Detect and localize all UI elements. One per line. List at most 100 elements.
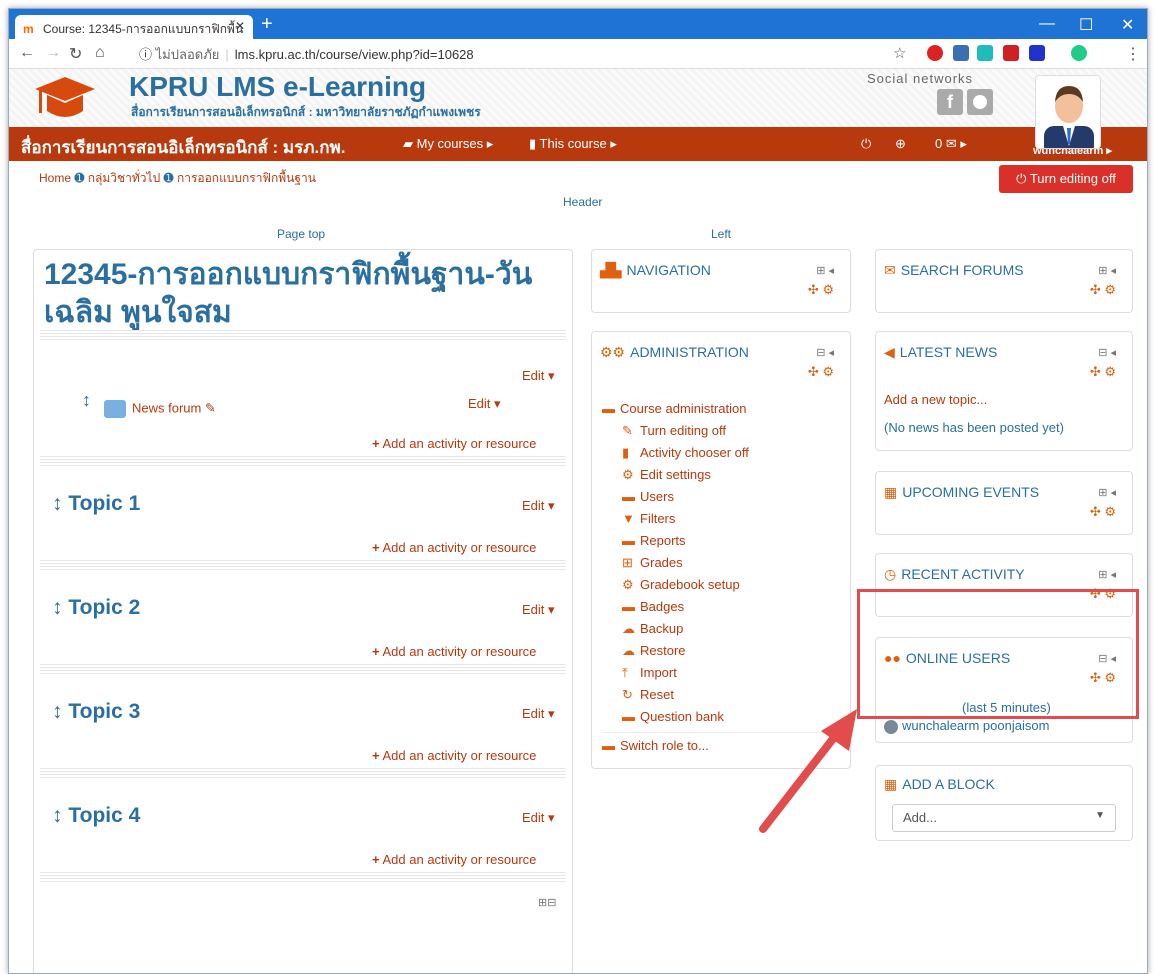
topic-2-title[interactable]: ↕ Topic 2 [52,596,140,620]
add-topic-link[interactable]: Add a new topic... [884,392,987,407]
move-settings-icon[interactable]: ✣ ⚙ [1090,364,1116,380]
news-forum-link[interactable]: News forum ✎ [104,400,216,418]
block-controls-icon[interactable]: ⊞ ◂ [1098,264,1116,277]
cogs-icon: ⚙ [622,467,634,482]
expand-collapse-icon[interactable]: ⊞⊟ [538,896,556,909]
topic-edit-menu[interactable]: Edit ▾ [522,810,555,826]
extension-icon[interactable] [977,45,993,61]
admin-item[interactable]: ✎ Turn editing off [602,420,836,442]
navigation-block-title[interactable]: ▟▙ NAVIGATION [600,262,711,279]
folder-icon: ▬ [622,533,635,548]
sitemap-icon: ▟▙ [600,262,622,278]
add-activity-link[interactable]: + Add an activity or resource [372,748,536,763]
pencil-icon[interactable]: ✎ [205,400,216,415]
topic-4-title[interactable]: ↕ Topic 4 [52,804,140,828]
admin-item[interactable]: ▬ Users [602,486,836,508]
admin-item[interactable]: ⚙ Gradebook setup [602,574,836,596]
address-bar: ← → ↻ ⌂ ⓘ ไม่ปลอดภัย | lms.kpru.ac.th/cour… [9,39,1147,69]
calendar-icon: ▦ [884,484,898,500]
navbar-brand[interactable]: สื่อการเรียนการสอนอิเล็กทรอนิกส์ : มรภ.ก… [21,134,345,161]
breadcrumb-home[interactable]: Home [39,171,71,185]
block-controls-icon[interactable]: ⊟ ◂ [816,346,834,359]
forward-icon[interactable]: → [45,44,61,62]
admin-item[interactable]: ▮ Activity chooser off [602,442,836,464]
block-controls-icon[interactable]: ⊟ ◂ [1098,346,1116,359]
power-icon[interactable]: ⏻ [861,136,871,152]
topic-edit-menu[interactable]: Edit ▾ [522,602,555,618]
online-user-link[interactable]: wunchalearm poonjaisom [884,718,1049,734]
menu-dots-icon[interactable]: ⋮ [1125,44,1141,64]
avatar[interactable] [1035,75,1101,149]
minimize-icon[interactable]: — [1039,15,1055,33]
admin-item[interactable]: ☁ Backup [602,618,836,640]
move-settings-icon[interactable]: ✣ ⚙ [1090,282,1116,298]
section-edit-menu[interactable]: Edit ▾ [522,368,555,384]
profile-icon[interactable] [1071,45,1087,61]
activity-edit-menu[interactable]: Edit ▾ [468,396,501,412]
folder-icon: ▬ [602,738,615,753]
pencil-icon: ✎ [622,423,633,438]
bookmark-star-icon[interactable]: ☆ [893,44,906,62]
adblock-icon[interactable] [927,45,943,61]
globe-icon[interactable] [967,89,993,115]
admin-item[interactable]: ⚙ Edit settings [602,464,836,486]
turn-editing-off-button[interactable]: ⏻ Turn editing off [999,165,1133,193]
blocks-icon: ▦ [884,776,898,792]
recent-activity-title[interactable]: ◷ RECENT ACTIVITY [884,566,1025,583]
clock-icon: ◷ [884,566,897,582]
admin-item[interactable]: ⤒ Import [602,662,836,684]
topic-edit-menu[interactable]: Edit ▾ [522,498,555,514]
add-activity-link[interactable]: + Add an activity or resource [372,644,536,659]
site-name[interactable]: KPRU LMS e-Learning [129,71,426,103]
extension-icon[interactable] [953,45,969,61]
book-icon: ▮ [529,136,540,151]
block-controls-icon[interactable]: ⊞ ◂ [1098,486,1116,499]
admin-item[interactable]: ⊞ Grades [602,552,836,574]
admin-item[interactable]: ☁ Restore [602,640,836,662]
breadcrumb-category[interactable]: กลุ่มวิชาทั่วไป [88,171,160,185]
messages-menu[interactable]: 0 ✉ ▸ [935,136,967,152]
back-icon[interactable]: ← [19,44,35,62]
maximize-icon[interactable]: ☐ [1079,15,1093,35]
browser-tab[interactable]: m Course: 12345-การออกแบบกราฟิกพื้น ✕ [15,15,253,39]
folder-icon: ▬ [622,599,635,614]
circle-plus-icon[interactable]: ⊕ [895,136,906,152]
url-text: lms.kpru.ac.th/course/view.php?id=10628 [234,47,474,62]
search-forums-title[interactable]: ✉ SEARCH FORUMS [884,262,1024,279]
add-activity-link[interactable]: + Add an activity or resource [372,540,536,555]
moodle-favicon-icon: m [23,22,34,36]
window-close-icon[interactable]: ✕ [1121,15,1134,35]
topic-edit-menu[interactable]: Edit ▾ [522,706,555,722]
admin-item[interactable]: ▬ Badges [602,596,836,618]
administration-block-title[interactable]: ⚙⚙ ADMINISTRATION [600,344,749,361]
block-controls-icon[interactable]: ⊞ ◂ [816,264,834,277]
latest-news-title[interactable]: ◀ LATEST NEWS [884,344,997,361]
my-courses-menu[interactable]: ▰ My courses ▸ [403,136,493,152]
cloud-upload-icon: ☁ [622,621,635,636]
url-field[interactable]: ⓘ ไม่ปลอดภัย | lms.kpru.ac.th/course/view.… [139,44,474,65]
move-settings-icon[interactable]: ✣ ⚙ [808,364,834,380]
add-activity-link[interactable]: + Add an activity or resource [372,852,536,867]
extension-icon[interactable] [1029,45,1045,61]
reload-icon[interactable]: ↻ [69,44,82,64]
upcoming-events-title[interactable]: ▦ UPCOMING EVENTS [884,484,1039,501]
topic-1-title[interactable]: ↕ Topic 1 [52,492,140,516]
move-icon[interactable]: ↕ [82,390,91,411]
breadcrumb-course[interactable]: การออกแบบกราฟิกพื้นฐาน [177,171,316,185]
close-tab-icon[interactable]: ✕ [235,19,245,33]
admin-item[interactable]: ▬ Reports [602,530,836,552]
this-course-menu[interactable]: ▮ This course ▸ [529,136,617,152]
topic-3-title[interactable]: ↕ Topic 3 [52,700,140,724]
home-icon[interactable]: ⌂ [95,44,105,62]
add-activity-link[interactable]: + Add an activity or resource [372,436,536,451]
pdf-icon[interactable] [1003,45,1019,61]
facebook-icon[interactable]: f [937,89,963,115]
block-controls-icon[interactable]: ⊞ ◂ [1098,568,1116,581]
add-block-select[interactable]: Add... ▼ [892,804,1116,832]
admin-item[interactable]: ▬ Course administration [602,398,836,420]
move-settings-icon[interactable]: ✣ ⚙ [808,282,834,298]
new-tab-icon[interactable]: + [261,13,273,36]
forum-icon [104,400,126,418]
move-settings-icon[interactable]: ✣ ⚙ [1090,504,1116,520]
admin-item[interactable]: ▼ Filters [602,508,836,530]
